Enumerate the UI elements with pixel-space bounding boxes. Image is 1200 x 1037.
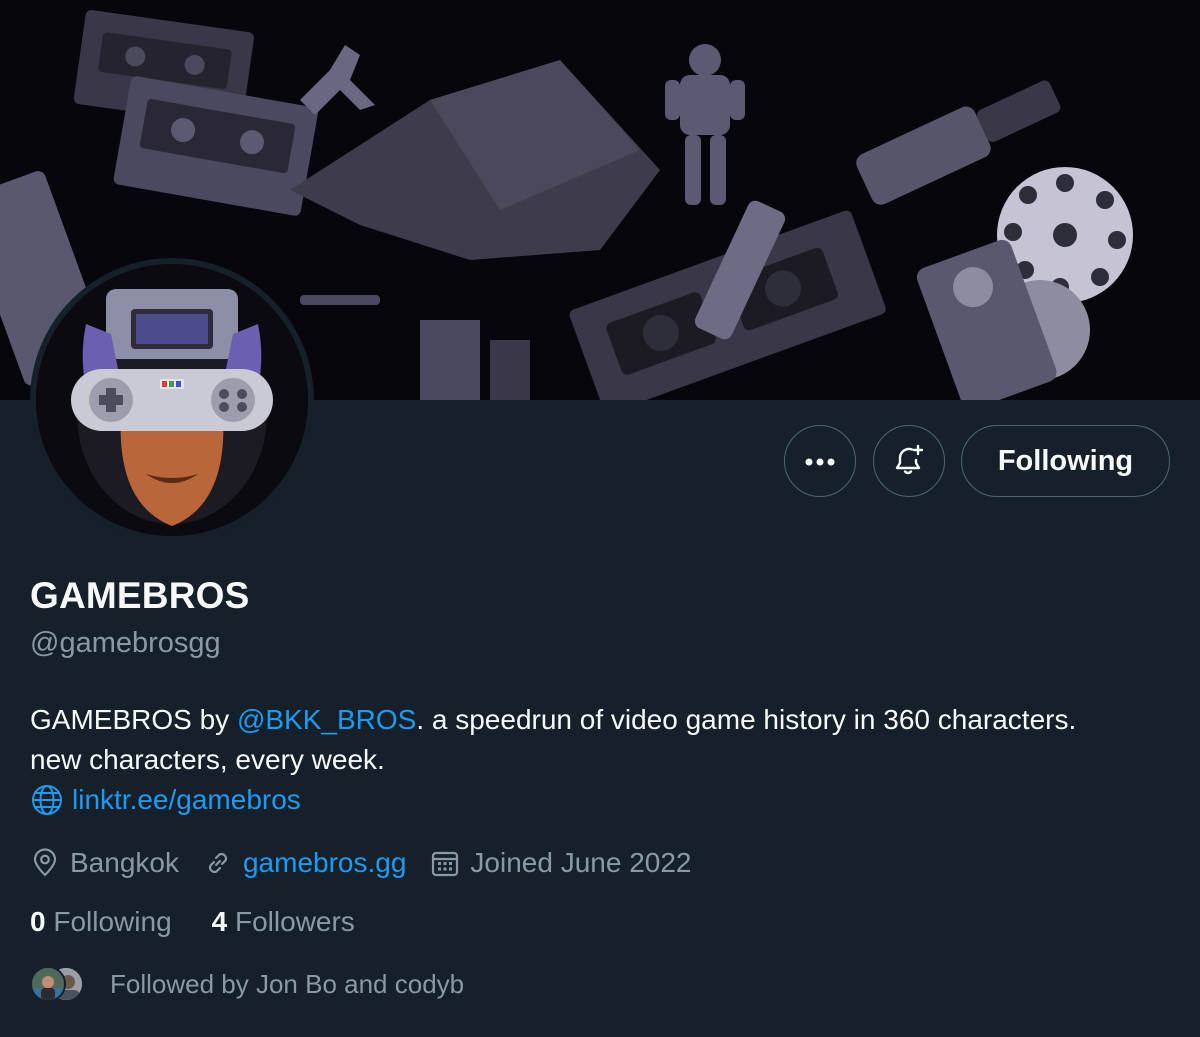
notifications-button[interactable]: [873, 425, 945, 497]
profile-avatar[interactable]: [30, 258, 314, 542]
bio-external-link[interactable]: linktr.ee/gamebros: [72, 780, 301, 820]
avatar-image: [36, 264, 308, 536]
link-icon: [203, 848, 233, 878]
avatar: [30, 966, 66, 1002]
followed-by-avatars: [30, 964, 96, 1004]
more-icon: [805, 454, 835, 469]
bio-line-2: new characters, every week.: [30, 744, 385, 775]
location-text: Bangkok: [70, 847, 179, 878]
more-button[interactable]: [784, 425, 856, 497]
followed-by-text: Followed by Jon Bo and codyb: [110, 968, 465, 999]
globe-icon: [30, 783, 64, 817]
bio-text-rest: . a speedrun of video game history in 36…: [416, 704, 1077, 735]
bell-plus-icon: [892, 443, 926, 480]
bio-text: GAMEBROS by: [30, 704, 237, 735]
location: Bangkok: [30, 847, 179, 879]
follow-stats: 0 Following 4 Followers: [30, 906, 395, 938]
calendar-icon: [430, 848, 460, 878]
bio-mention-link[interactable]: @BKK_BROS: [237, 704, 416, 735]
user-handle: @gamebrosgg: [30, 627, 221, 659]
following-count: 0: [30, 906, 46, 937]
profile-bio: GAMEBROS by @BKK_BROS. a speedrun of vid…: [30, 700, 1180, 820]
followers-count-link[interactable]: 4 Followers: [212, 906, 355, 938]
website: gamebros.gg: [203, 847, 406, 879]
following-count-link[interactable]: 0 Following: [30, 906, 172, 938]
location-pin-icon: [30, 848, 60, 878]
bio-link-line: linktr.ee/gamebros: [30, 780, 1180, 820]
bio-line-1: GAMEBROS by @BKK_BROS. a speedrun of vid…: [30, 700, 1180, 740]
profile-meta: Bangkok gamebros.gg Joined June 2022: [30, 843, 715, 883]
followers-count: 4: [211, 906, 228, 937]
profile-page: Following GAMEBROS @gamebrosgg GAMEBROS …: [0, 0, 1200, 1037]
followed-by[interactable]: Followed by Jon Bo and codyb: [30, 964, 464, 1004]
following-button[interactable]: Following: [961, 425, 1170, 497]
followers-label: Followers: [235, 906, 355, 937]
joined-date: Joined June 2022: [430, 847, 691, 879]
website-link[interactable]: gamebros.gg: [243, 847, 406, 879]
avatar-artwork: [36, 264, 308, 536]
display-name: GAMEBROS: [30, 575, 250, 616]
following-label: Following: [53, 906, 172, 937]
joined-text: Joined June 2022: [470, 847, 692, 878]
